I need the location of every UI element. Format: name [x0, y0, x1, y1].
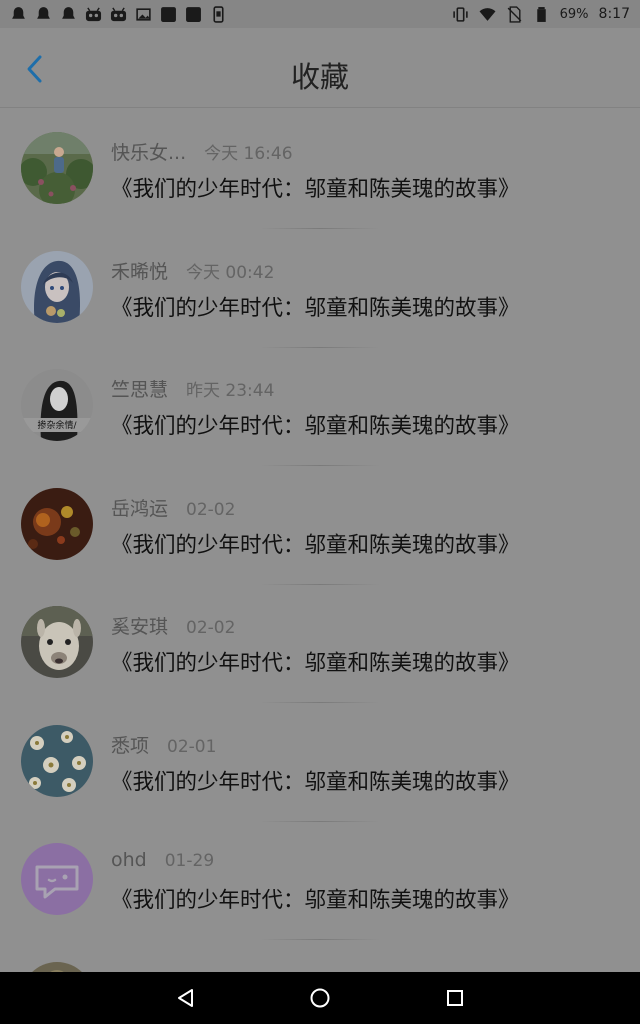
battery-percent: 69% — [559, 6, 589, 22]
item-content: 《我们的少年时代：邬童和陈美瑰的故事》 — [111, 888, 520, 913]
clock: 8:17 — [598, 6, 630, 22]
timestamp: 01-29 — [164, 851, 215, 871]
battery-icon — [536, 6, 546, 22]
notification-icon — [37, 6, 50, 19]
status-bar: 69% 8:17 — [0, 0, 640, 28]
user-name: 奚安琪 — [111, 616, 169, 638]
avatar — [21, 487, 93, 560]
timestamp: 02-01 — [167, 736, 217, 757]
avatar-caption: 掺杂余情/ — [37, 419, 77, 431]
list-item[interactable]: ohd 01-29 《我们的少年时代：邬童和陈美瑰的故事》 — [0, 821, 640, 940]
item-meta: 岳鸿运 02-02 — [111, 494, 235, 521]
no-sim-icon — [507, 5, 522, 23]
user-name: 快乐女... — [111, 142, 187, 164]
robot-icon — [85, 6, 102, 21]
item-content: 《我们的少年时代：邬童和陈美瑰的故事》 — [111, 769, 520, 795]
avatar — [21, 961, 93, 972]
timestamp: 今天 16:46 — [204, 144, 293, 164]
robot-icon — [110, 6, 127, 21]
anime-girl-icon — [21, 250, 93, 323]
app-icon — [161, 6, 176, 22]
avatar — [21, 250, 93, 323]
avatar — [21, 132, 93, 204]
item-meta: 禾晞悦 今天 00:42 — [111, 257, 274, 284]
item-meta: 快乐女... 今天 16:46 — [111, 138, 293, 165]
item-meta: ohd 01-29 — [111, 849, 214, 871]
notification-icon — [62, 6, 75, 19]
list-item[interactable]: 掺杂余情/ 竺思慧 昨天 23:44 《我们的少年时代：邬童和陈美瑰的故事》 — [0, 347, 640, 466]
timestamp: 02-02 — [186, 618, 236, 638]
item-meta: 奚安琪 02-02 — [111, 612, 235, 639]
user-name: 悉项 — [111, 734, 150, 757]
sketch-girl-icon: 掺杂余情/ — [21, 369, 93, 441]
triangle-back-icon — [178, 989, 193, 1007]
avatar — [21, 724, 93, 797]
floral-pattern-icon — [21, 724, 93, 797]
avatar — [21, 843, 93, 915]
nav-recents-button[interactable] — [443, 986, 467, 1010]
user-name: ohd — [111, 849, 147, 871]
avatar: 掺杂余情/ — [21, 369, 93, 441]
item-content: 《我们的少年时代：邬童和陈美瑰的故事》 — [111, 414, 520, 439]
bokeh-lights-icon — [21, 487, 93, 560]
avatar — [21, 606, 93, 678]
list-item[interactable] — [0, 940, 640, 972]
timestamp: 今天 00:42 — [186, 262, 275, 283]
header: 收藏 — [0, 28, 640, 108]
list-item[interactable]: 禾晞悦 今天 00:42 《我们的少年时代：邬童和陈美瑰的故事》 — [0, 229, 640, 347]
user-name: 禾晞悦 — [111, 260, 169, 283]
app-icon — [186, 6, 201, 22]
nav-home-button[interactable] — [308, 986, 332, 1010]
timestamp: 昨天 23:44 — [186, 381, 275, 401]
list-item[interactable]: 快乐女... 今天 16:46 《我们的少年时代：邬童和陈美瑰的故事》 — [0, 110, 640, 229]
list-item[interactable]: 岳鸿运 02-02 《我们的少年时代：邬童和陈美瑰的故事》 — [0, 466, 640, 584]
item-content: 《我们的少年时代：邬童和陈美瑰的故事》 — [111, 532, 520, 558]
list-item[interactable]: 奚安琪 02-02 《我们的少年时代：邬童和陈美瑰的故事》 — [0, 584, 640, 703]
status-notification-icons — [10, 5, 227, 23]
item-meta: 竺思慧 昨天 23:44 — [111, 375, 274, 402]
item-meta: 悉项 02-01 — [111, 731, 216, 758]
user-name: 竺思慧 — [111, 379, 169, 401]
favorites-list: 快乐女... 今天 16:46 《我们的少年时代：邬童和陈美瑰的故事》 禾晞悦 … — [0, 110, 640, 972]
status-right-group: 69% 8:17 — [452, 5, 630, 23]
notification-icon — [12, 6, 25, 19]
user-name: 岳鸿运 — [111, 497, 169, 520]
partial-photo-icon — [21, 961, 93, 972]
green-garden-photo-icon — [21, 132, 93, 204]
item-content: 《我们的少年时代：邬童和陈美瑰的故事》 — [111, 177, 520, 202]
wifi-icon — [479, 7, 496, 21]
circle-home-icon — [310, 988, 330, 1008]
nav-back-button[interactable] — [174, 986, 198, 1010]
image-icon — [136, 7, 151, 21]
item-content: 《我们的少年时代：邬童和陈美瑰的故事》 — [111, 295, 520, 321]
alpaca-icon — [21, 606, 93, 678]
item-content: 《我们的少年时代：邬童和陈美瑰的故事》 — [111, 651, 520, 676]
square-recents-icon — [447, 990, 463, 1006]
phone-icon — [213, 5, 224, 23]
system-nav-bar — [0, 972, 640, 1024]
list-item[interactable]: 悉项 02-01 《我们的少年时代：邬童和陈美瑰的故事》 — [0, 703, 640, 821]
chat-bubble-default-icon — [21, 843, 93, 915]
timestamp: 02-02 — [186, 499, 236, 520]
page-title: 收藏 — [290, 60, 349, 94]
vibrate-icon — [452, 6, 468, 22]
